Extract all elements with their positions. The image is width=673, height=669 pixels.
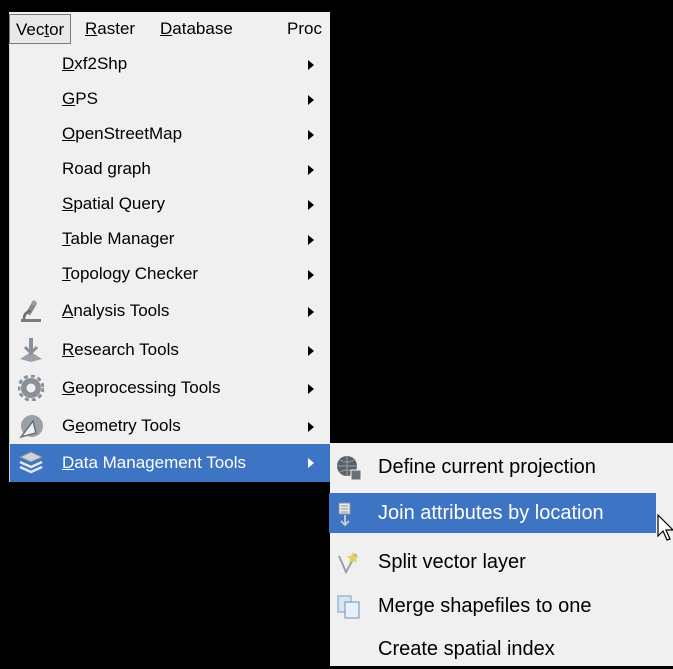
submenu-item-define-projection[interactable]: Define current projection [330, 447, 673, 487]
submenu-item-split-vector-layer[interactable]: Split vector layer [330, 542, 673, 582]
submenu-arrow-icon [308, 384, 314, 394]
menu-item-openstreetmap[interactable]: OpenStreetMap [10, 116, 331, 152]
menu-item-label: Road graph [62, 159, 151, 178]
menu-item-label: Geoprocessing Tools [62, 378, 221, 397]
menu-item-label: OpenStreetMap [62, 124, 183, 143]
submenu-item-create-spatial-index[interactable]: Create spatial index [330, 629, 673, 669]
submenu-arrow-icon [308, 422, 314, 432]
menu-item-geoprocessing-tools[interactable]: Geoprocessing Tools [10, 370, 331, 406]
vector-menu: Dxf2Shp GPS OpenStreetMap Road graph Spa… [9, 46, 331, 482]
layers-icon [18, 451, 44, 474]
merge-icon [337, 595, 360, 619]
menu-item-label: Research Tools [62, 340, 179, 359]
menu-bar: Vector Raster Database Proc [9, 12, 330, 46]
submenu-item-label: Define current projection [378, 456, 596, 478]
join-icon [338, 502, 351, 527]
submenu-arrow-icon [308, 60, 314, 70]
menu-item-gps[interactable]: GPS [10, 81, 331, 117]
submenu-arrow-icon [308, 130, 314, 140]
submenu-arrow-icon [308, 270, 314, 280]
submenu-arrow-icon [308, 458, 314, 468]
data-management-submenu: Define current projection Join attribute… [329, 443, 673, 669]
menu-item-label: Analysis Tools [62, 301, 170, 320]
menu-item-label: Topology Checker [62, 264, 199, 283]
gear-icon [18, 375, 44, 401]
menu-item-label: Dxf2Shp [62, 54, 128, 73]
menu-item-label: Geometry Tools [62, 416, 181, 435]
submenu-item-label: Merge shapefiles to one [378, 595, 592, 617]
geometry-icon [19, 415, 43, 439]
microscope-icon [21, 300, 41, 322]
menu-item-geometry-tools[interactable]: Geometry Tools [10, 408, 331, 444]
menu-item-dxf2shp[interactable]: Dxf2Shp [10, 46, 331, 82]
menu-item-label: Spatial Query [62, 194, 166, 213]
submenu-item-label: Split vector layer [378, 551, 526, 573]
submenu-item-label: Join attributes by location [378, 502, 604, 524]
menu-processing[interactable]: Proc [281, 14, 328, 44]
mouse-cursor-icon [657, 514, 673, 541]
submenu-item-label: Create spatial index [378, 638, 555, 660]
globe-icon [337, 456, 362, 481]
submenu-arrow-icon [308, 307, 314, 317]
submenu-arrow-icon [308, 235, 314, 245]
research-icon [20, 338, 42, 362]
submenu-arrow-icon [308, 346, 314, 356]
menu-database[interactable]: Database [154, 14, 239, 44]
menu-item-label: GPS [62, 89, 98, 108]
submenu-arrow-icon [308, 200, 314, 210]
menu-item-analysis-tools[interactable]: Analysis Tools [10, 293, 331, 329]
submenu-arrow-icon [308, 165, 314, 175]
menu-item-data-management-tools[interactable]: Data Management Tools [10, 444, 331, 482]
submenu-item-join-attributes-by-location[interactable]: Join attributes by location [329, 493, 656, 533]
menu-item-label: Table Manager [62, 229, 175, 248]
menu-vector[interactable]: Vector [9, 14, 72, 44]
menu-item-spatial-query[interactable]: Spatial Query [10, 186, 331, 222]
submenu-item-merge-shapefiles[interactable]: Merge shapefiles to one [330, 586, 673, 626]
menu-item-topology-checker[interactable]: Topology Checker [10, 256, 331, 292]
menu-item-road-graph[interactable]: Road graph [10, 151, 331, 187]
submenu-arrow-icon [308, 95, 314, 105]
menu-raster[interactable]: Raster [79, 14, 141, 44]
menu-item-table-manager[interactable]: Table Manager [10, 221, 331, 257]
split-icon [338, 552, 359, 575]
menu-item-label: Data Management Tools [62, 453, 246, 472]
menu-item-research-tools[interactable]: Research Tools [10, 332, 331, 368]
